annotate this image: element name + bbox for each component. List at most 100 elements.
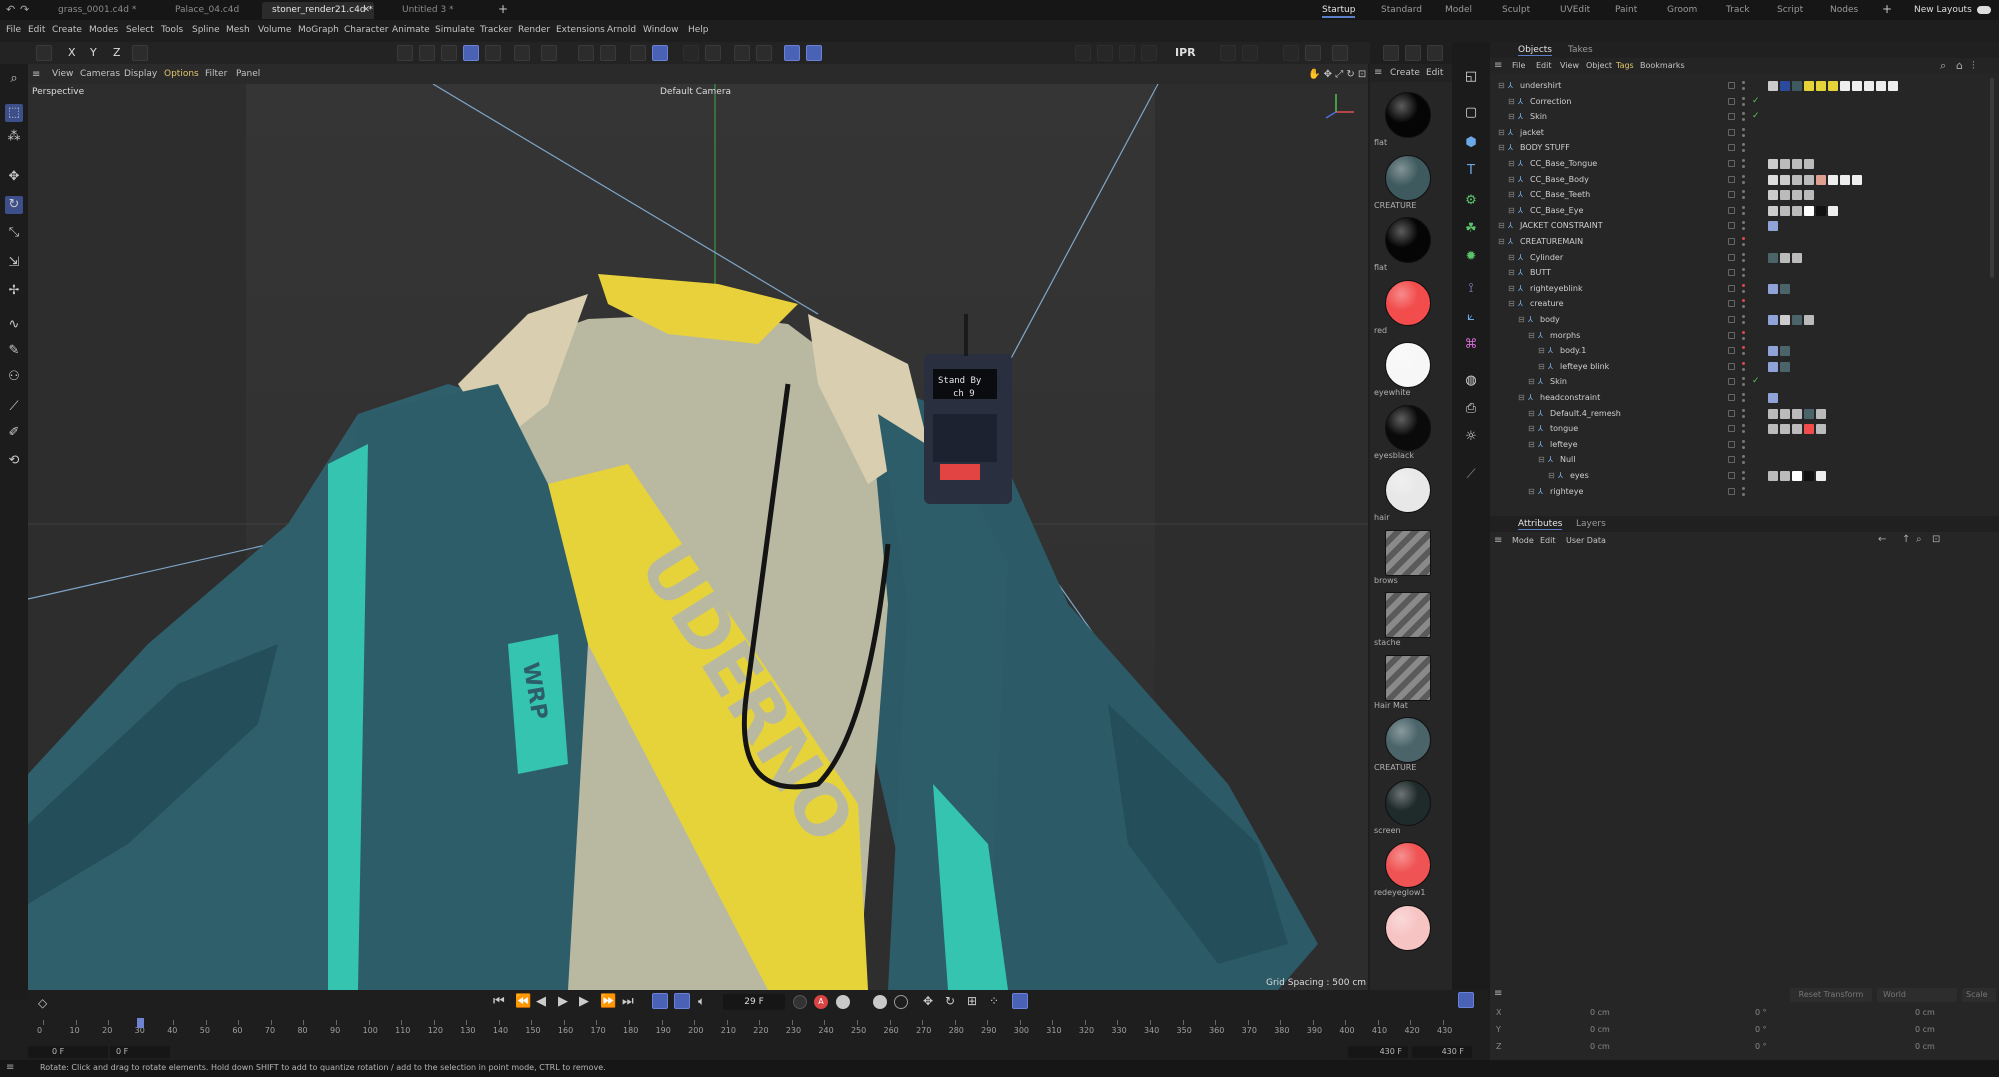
doc-tab-stoner-render[interactable]: stoner_render21.c4d * ✕ xyxy=(262,2,374,19)
object-tag-icon[interactable] xyxy=(1780,174,1790,185)
key-param-icon[interactable]: ↻ xyxy=(945,994,955,1008)
expand-toggle-icon[interactable]: ⊟ xyxy=(1508,156,1515,172)
layer-visibility-icon[interactable] xyxy=(1728,409,1735,417)
coordinate-space-dropdown[interactable]: World xyxy=(1877,988,1957,1002)
render-visibility-dot[interactable] xyxy=(1742,102,1745,106)
render-visibility-dot[interactable] xyxy=(1742,336,1745,340)
expand-toggle-icon[interactable]: ⊟ xyxy=(1498,218,1505,234)
next-frame-icon[interactable]: ▶ xyxy=(579,994,589,1009)
render-visibility-dot[interactable] xyxy=(1742,165,1745,168)
attributes-search-icon[interactable]: ⌕ xyxy=(1916,534,1922,545)
uv-mode-icon[interactable] xyxy=(485,45,501,61)
object-tag-icon[interactable] xyxy=(1828,81,1838,91)
expand-toggle-icon[interactable]: ⊟ xyxy=(1538,452,1545,468)
attributes-menu-edit[interactable]: Edit xyxy=(1540,536,1556,545)
point-mode-icon[interactable] xyxy=(441,45,457,61)
preview-start-field[interactable]: 0 F xyxy=(110,1046,170,1058)
expand-toggle-icon[interactable]: ⊟ xyxy=(1538,343,1545,359)
objects-menu-tags[interactable]: Tags xyxy=(1616,61,1634,70)
object-row[interactable]: ⊟ ⅄ eyes xyxy=(1490,468,1999,484)
object-tag-icon[interactable] xyxy=(1804,205,1814,216)
render-visibility-dot[interactable] xyxy=(1742,180,1745,184)
expand-toggle-icon[interactable]: ⊟ xyxy=(1508,172,1515,188)
sound-icon[interactable]: 🔈︎ xyxy=(698,994,705,1009)
live-selection-icon[interactable]: ⬚ xyxy=(5,104,23,122)
menu-arnold[interactable]: Arnold xyxy=(607,25,636,35)
object-tag-icon[interactable] xyxy=(1780,424,1790,435)
layer-visibility-icon[interactable] xyxy=(1728,191,1735,199)
editor-visibility-dot[interactable] xyxy=(1742,221,1745,225)
render-visibility-dot[interactable] xyxy=(1742,445,1745,449)
object-row[interactable]: ⊟ ⅄ JACKET CONSTRAINT xyxy=(1490,218,1999,234)
grid-snap-icon[interactable] xyxy=(630,45,646,61)
object-tag-icon[interactable] xyxy=(1888,81,1898,91)
expand-toggle-icon[interactable]: ⊟ xyxy=(1528,437,1535,453)
brush-icon[interactable]: ⟋ xyxy=(5,398,23,416)
render-visibility-dot[interactable] xyxy=(1742,118,1745,122)
coord-rotation-field[interactable]: 0 ° xyxy=(1755,1025,1767,1034)
expand-toggle-icon[interactable]: ⊟ xyxy=(1508,187,1515,203)
object-tag-icon[interactable] xyxy=(1816,424,1826,435)
camera-tool-icon[interactable] xyxy=(1283,45,1299,61)
object-tag-icon[interactable] xyxy=(1792,315,1802,325)
object-row[interactable]: ⊟ ⅄ Null xyxy=(1490,452,1999,468)
spline-pen-icon[interactable]: ∿ xyxy=(5,316,23,334)
object-row[interactable]: ⊟ ⅄ tongue xyxy=(1490,421,1999,437)
menu-spline[interactable]: Spline xyxy=(192,25,220,35)
object-row[interactable]: ⊟ ⅄ Default.4_remesh xyxy=(1490,406,1999,422)
object-name[interactable]: BUTT xyxy=(1530,265,1551,281)
layer-visibility-icon[interactable] xyxy=(1728,472,1735,479)
object-name[interactable]: Correction xyxy=(1530,94,1571,110)
play-icon[interactable]: ▶ xyxy=(558,994,568,1009)
layout-tab-sculpt[interactable]: Sculpt xyxy=(1502,3,1530,18)
material-swatch[interactable]: red xyxy=(1370,276,1452,338)
move-icon[interactable]: ✥ xyxy=(5,168,23,186)
undo-icon[interactable]: ↶ xyxy=(6,3,15,16)
new-tab-plus-icon[interactable]: + xyxy=(498,2,508,16)
deformer-icon[interactable] xyxy=(1075,45,1091,61)
editor-visibility-dot[interactable] xyxy=(1742,486,1745,490)
timeline-expand-icon[interactable] xyxy=(1458,992,1474,1008)
render-visibility-dot[interactable] xyxy=(1742,211,1745,215)
expand-toggle-icon[interactable]: ⊟ xyxy=(1498,125,1505,141)
menu-tools[interactable]: Tools xyxy=(161,25,183,35)
layer-visibility-icon[interactable] xyxy=(1728,394,1735,401)
view-toggle-icon[interactable] xyxy=(784,45,800,61)
layer-visibility-icon[interactable] xyxy=(1728,347,1735,355)
object-row[interactable]: ⊟ ⅄ headconstraint xyxy=(1490,390,1999,406)
editor-visibility-dot[interactable] xyxy=(1742,205,1745,209)
menu-tracker[interactable]: Tracker xyxy=(480,25,512,35)
keyframe-diamond-icon[interactable]: ◇ xyxy=(38,996,47,1010)
object-tag-icon[interactable] xyxy=(1792,252,1802,263)
render-to-picture-viewer-icon[interactable] xyxy=(1383,45,1399,61)
texture-mode-icon[interactable] xyxy=(419,45,435,61)
object-tag-icon[interactable] xyxy=(1804,81,1814,91)
object-name[interactable]: tongue xyxy=(1550,421,1578,437)
coord-position-field[interactable]: 0 cm xyxy=(1590,1042,1610,1051)
object-tag-icon[interactable] xyxy=(1768,159,1778,169)
layer-visibility-icon[interactable] xyxy=(1728,97,1735,105)
object-name[interactable]: Skin xyxy=(1530,109,1547,125)
object-name[interactable]: body xyxy=(1540,312,1560,328)
expand-toggle-icon[interactable]: ⊟ xyxy=(1508,109,1515,125)
create-field-icon[interactable]: ⟀ xyxy=(1462,308,1480,326)
object-name[interactable]: righteyeblink xyxy=(1530,281,1583,297)
layer-visibility-icon[interactable] xyxy=(1728,331,1735,339)
attributes-back-icon[interactable]: ← xyxy=(1878,534,1886,545)
object-tag-icon[interactable] xyxy=(1780,361,1790,372)
layer-visibility-icon[interactable] xyxy=(1728,113,1735,121)
object-tag-icon[interactable] xyxy=(1804,174,1814,185)
object-tag-icon[interactable] xyxy=(1792,174,1802,185)
screen-icon[interactable] xyxy=(36,45,52,61)
render-visibility-dot[interactable] xyxy=(1742,87,1745,90)
editor-visibility-dot[interactable] xyxy=(1742,81,1745,84)
viewport-menu-display[interactable]: Display xyxy=(124,69,157,79)
prev-key-icon[interactable]: ⏪ xyxy=(515,994,531,1009)
tab-layers[interactable]: Layers xyxy=(1576,519,1606,529)
create-volume-icon[interactable]: ⌘ xyxy=(1462,336,1480,354)
render-visibility-dot[interactable] xyxy=(1742,258,1745,262)
object-name[interactable]: lefteye xyxy=(1550,437,1578,453)
end-frame-field[interactable]: 430 F xyxy=(1412,1046,1472,1058)
render-visibility-dot[interactable] xyxy=(1742,196,1745,200)
redo-icon[interactable]: ↷ xyxy=(20,3,29,16)
